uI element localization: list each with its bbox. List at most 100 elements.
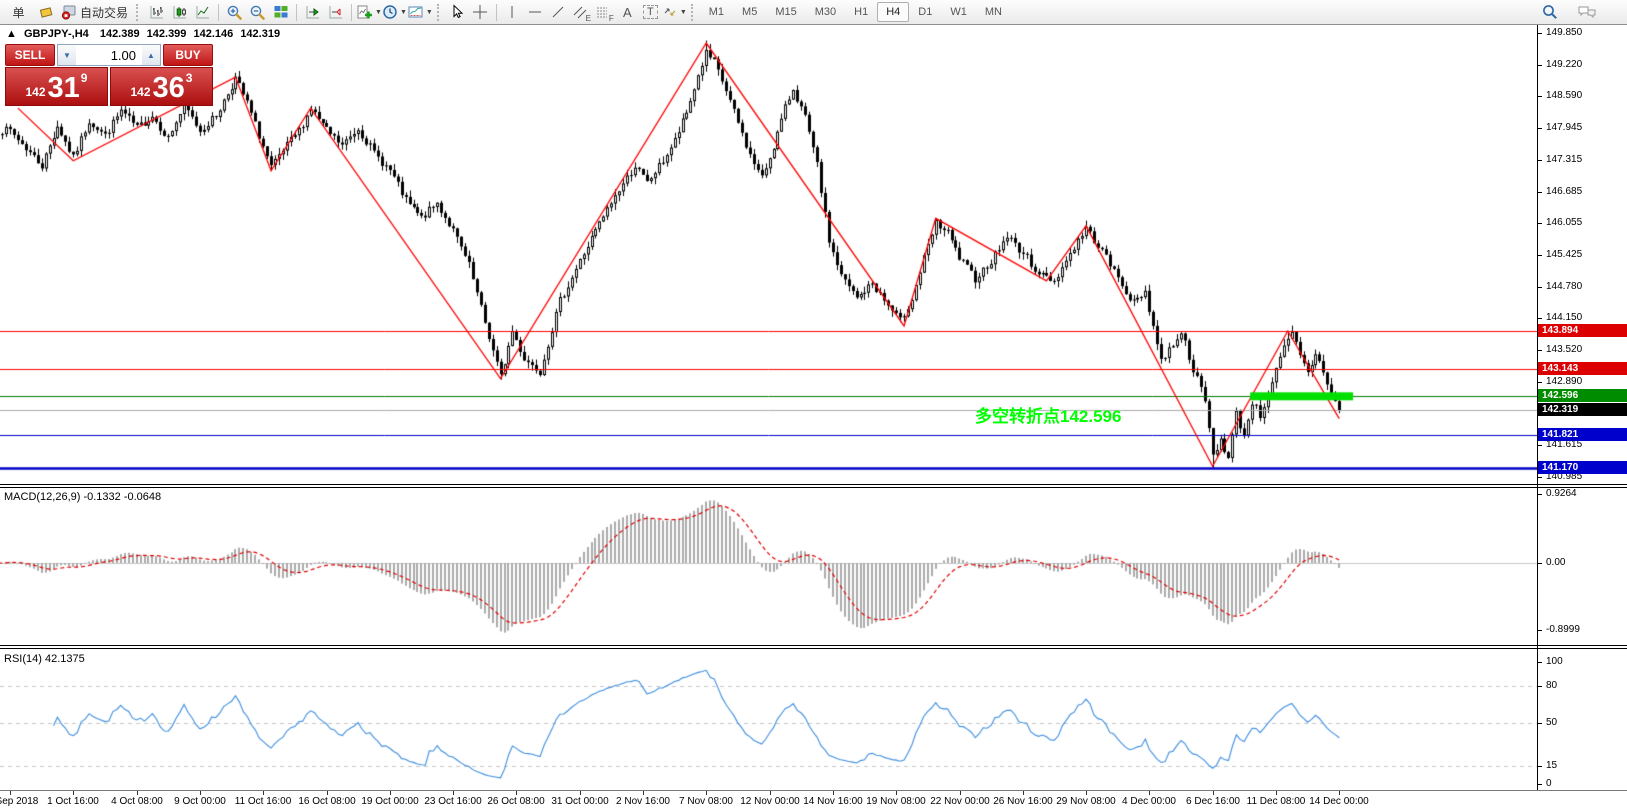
volume-control: ▼ ▲ xyxy=(57,44,161,66)
toolbar-grip[interactable] xyxy=(437,4,442,21)
auto-scroll-button[interactable] xyxy=(301,2,324,23)
time-axis-tick xyxy=(516,791,517,795)
zoom-out-button[interactable] xyxy=(246,2,269,23)
rsi-axis-label: 15 xyxy=(1546,760,1557,772)
time-axis-label: 26 Nov 16:00 xyxy=(993,796,1053,807)
arrows-tool[interactable]: ▼ xyxy=(662,2,687,23)
time-axis-label: 27 Sep 2018 xyxy=(0,796,38,807)
price-axis-tick xyxy=(1538,477,1542,478)
sell-button[interactable]: SELL xyxy=(5,44,55,66)
time-axis-tick xyxy=(770,791,771,795)
price-axis-label: 142.890 xyxy=(1546,376,1582,388)
timeframe-m1[interactable]: M1 xyxy=(700,2,733,22)
toolbar-grip[interactable] xyxy=(691,4,696,21)
time-axis-label: 14 Dec 00:00 xyxy=(1309,796,1369,807)
macd-axis-label: 0.00 xyxy=(1546,557,1565,569)
fibonacci-tool[interactable]: F xyxy=(593,2,616,23)
vertical-line-tool[interactable] xyxy=(501,2,524,23)
price-axis-tick xyxy=(1538,350,1542,351)
horizontal-line-icon xyxy=(527,4,543,20)
buy-button[interactable]: BUY xyxy=(163,44,213,66)
line-chart-button[interactable] xyxy=(191,2,214,23)
buy-price-sup: 3 xyxy=(186,71,193,85)
chat-button[interactable] xyxy=(1575,2,1598,23)
timeframe-h4[interactable]: H4 xyxy=(877,2,909,22)
add-indicator-icon xyxy=(356,4,373,20)
periods-button[interactable]: ▼ xyxy=(382,2,407,23)
sell-price-button[interactable]: 142 31 9 xyxy=(5,67,108,106)
macd-pane-canvas[interactable] xyxy=(0,488,1537,645)
timeframe-m15[interactable]: M15 xyxy=(766,2,805,22)
price-axis-label: 144.780 xyxy=(1546,281,1582,293)
chart-window: 27 Sep 20181 Oct 16:004 Oct 08:009 Oct 0… xyxy=(0,25,1627,812)
new-order-button[interactable]: 单 xyxy=(3,2,34,23)
time-axis-label: 1 Oct 16:00 xyxy=(47,796,99,807)
sell-price-big: 31 xyxy=(48,74,80,103)
price-axis-tick xyxy=(1538,160,1542,161)
sell-price-prefix: 142 xyxy=(26,85,46,99)
volume-input[interactable] xyxy=(76,45,142,65)
vertical-line-icon xyxy=(504,4,520,20)
text-label-tool-label: T xyxy=(643,5,658,19)
text-label-tool[interactable]: T xyxy=(639,2,662,23)
quote-bar: ▲ GBPJPY-,H4 142.389 142.399 142.146 142… xyxy=(6,28,284,40)
buy-price-button[interactable]: 142 36 3 xyxy=(110,67,213,106)
cursor-button[interactable] xyxy=(446,2,469,23)
price-axis-tick xyxy=(1538,192,1542,193)
rsi-axis-tick xyxy=(1538,784,1542,785)
candlestick-chart-icon xyxy=(172,4,188,20)
zoom-in-button[interactable] xyxy=(223,2,246,23)
price-axis-label: 147.315 xyxy=(1546,154,1582,166)
cursor-icon xyxy=(449,4,465,20)
buy-price-big: 36 xyxy=(153,74,185,103)
timeframe-h1[interactable]: H1 xyxy=(845,2,877,22)
time-axis-label: 23 Oct 16:00 xyxy=(424,796,481,807)
price-axis-label: 146.685 xyxy=(1546,186,1582,198)
chart-shift-end-button[interactable] xyxy=(324,2,347,23)
price-axis-tick xyxy=(1538,382,1542,383)
timeframe-w1[interactable]: W1 xyxy=(941,2,976,22)
timeframe-d1[interactable]: D1 xyxy=(909,2,941,22)
price-level-tag: 143.143 xyxy=(1538,362,1627,375)
timeframe-group: M1M5M15M30H1H4D1W1MN xyxy=(700,2,1011,22)
price-chart-canvas[interactable] xyxy=(0,25,1537,484)
templates-button[interactable]: ▼ xyxy=(407,2,433,23)
autotrading-label: 自动交易 xyxy=(80,4,128,21)
toolbar-grip[interactable] xyxy=(136,4,141,21)
trendline-tool[interactable] xyxy=(547,2,570,23)
chart-shift-icon[interactable] xyxy=(34,2,57,23)
price-level-tag: 142.596 xyxy=(1538,389,1627,402)
line-chart-icon xyxy=(195,4,211,20)
crosshair-button[interactable] xyxy=(469,2,492,23)
text-tool[interactable]: A xyxy=(616,2,639,23)
time-axis-label: 2 Nov 16:00 xyxy=(616,796,670,807)
timeframe-m30[interactable]: M30 xyxy=(806,2,845,22)
timeframe-mn[interactable]: MN xyxy=(976,2,1011,22)
search-button[interactable] xyxy=(1538,2,1561,23)
horizontal-line-tool[interactable] xyxy=(524,2,547,23)
add-indicator-button[interactable]: ▼ xyxy=(356,2,382,23)
rsi-pane-canvas[interactable] xyxy=(0,649,1537,790)
time-axis-label: 4 Oct 08:00 xyxy=(111,796,163,807)
time-axis-label: 11 Oct 16:00 xyxy=(235,796,292,807)
timeframe-m5[interactable]: M5 xyxy=(733,2,766,22)
autotrading-icon xyxy=(61,4,77,20)
price-axis-tick xyxy=(1538,128,1542,129)
price-level-tag: 141.170 xyxy=(1538,461,1627,474)
price-axis-label: 144.150 xyxy=(1546,312,1582,324)
volume-decrease-button[interactable]: ▼ xyxy=(58,45,76,65)
equidistant-channel-tool[interactable]: E xyxy=(570,2,593,23)
volume-increase-button[interactable]: ▲ xyxy=(142,45,160,65)
rsi-indicator-label: RSI(14) 42.1375 xyxy=(4,653,85,665)
tile-windows-button[interactable] xyxy=(269,2,292,23)
toolbar: 单 自动交易 xyxy=(0,0,1627,25)
time-axis-tick xyxy=(1086,791,1087,795)
dropdown-caret-icon: ▼ xyxy=(375,9,382,16)
candlestick-chart-button[interactable] xyxy=(168,2,191,23)
time-axis-label: 31 Oct 00:00 xyxy=(551,796,608,807)
macd-indicator-label: MACD(12,26,9) -0.1332 -0.0648 xyxy=(4,491,161,503)
bar-chart-button[interactable] xyxy=(145,2,168,23)
macd-axis-tick xyxy=(1538,494,1542,495)
quote-open: 142.389 xyxy=(100,28,140,40)
autotrading-button[interactable]: 自动交易 xyxy=(57,2,132,23)
